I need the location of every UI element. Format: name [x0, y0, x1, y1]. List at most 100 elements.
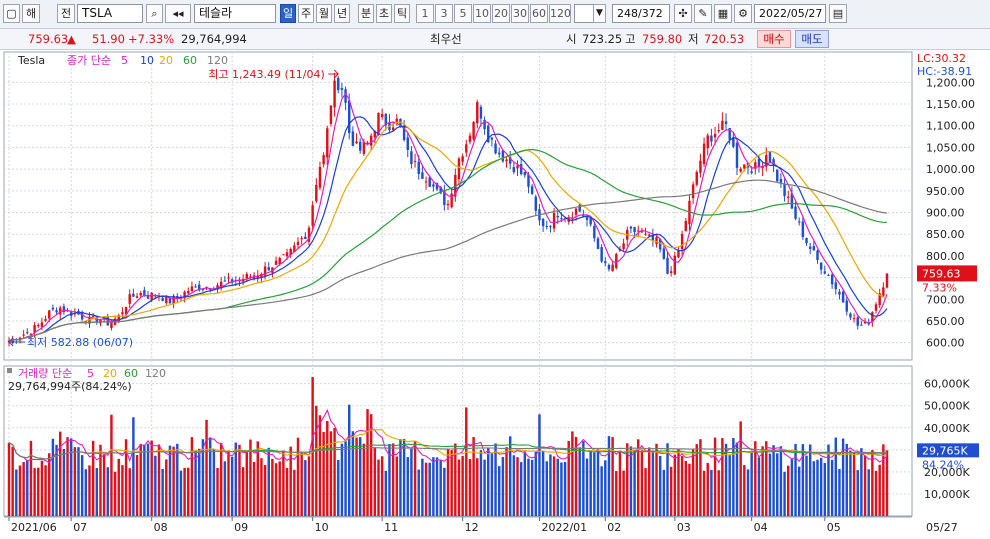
- volume-bar: [673, 454, 677, 516]
- volume-bar: [33, 468, 36, 516]
- volume-bar: [132, 417, 135, 516]
- volume-bar: [494, 443, 497, 516]
- candle-body: [161, 298, 164, 301]
- candle-body: [245, 273, 249, 279]
- volume-bar: [563, 461, 567, 516]
- candle-body: [838, 291, 841, 295]
- x-tick-label: 10: [315, 521, 329, 534]
- candle-body: [600, 247, 603, 262]
- candle-body: [593, 225, 596, 239]
- volume-bar: [684, 460, 688, 516]
- candle-body: [607, 264, 611, 270]
- volume-bar: [571, 431, 574, 516]
- volume-bar: [819, 457, 823, 516]
- candle-body: [380, 113, 384, 117]
- volume-bar: [655, 443, 658, 516]
- price-legend-ma-5: 5: [121, 54, 128, 67]
- candle-body: [223, 280, 227, 282]
- volume-bar: [505, 447, 508, 516]
- volume-bar: [183, 467, 186, 516]
- volume-bar: [377, 459, 380, 516]
- volume-bar: [560, 462, 563, 516]
- volume-bar: [333, 428, 336, 516]
- volume-bar: [644, 468, 647, 516]
- volume-bar: [40, 460, 44, 516]
- volume-bar: [168, 445, 172, 516]
- candle-body: [450, 193, 453, 208]
- volume-bar: [472, 437, 475, 516]
- volume-bar: [589, 450, 592, 516]
- candle-body: [644, 233, 647, 235]
- candle-body: [194, 286, 197, 288]
- price-tick-label: 950.00: [926, 185, 965, 198]
- stock-chart[interactable]: 600.00650.00700.00750.00800.00850.00900.…: [0, 0, 990, 539]
- volume-bar: [538, 414, 541, 516]
- volume-bar: [732, 438, 735, 516]
- candle-body: [655, 237, 658, 244]
- volume-bar: [465, 407, 468, 516]
- volume-bar: [585, 458, 589, 516]
- volume-legend-ma-5: 5: [87, 367, 94, 380]
- volume-bar: [768, 453, 772, 516]
- volume-bar: [468, 459, 472, 516]
- volume-bar: [783, 471, 786, 516]
- candle-body: [721, 120, 724, 130]
- volume-bar: [198, 448, 201, 516]
- volume-bar: [285, 467, 289, 516]
- volume-bar: [424, 462, 428, 516]
- volume-bar: [117, 458, 120, 516]
- candle-body: [410, 151, 413, 165]
- volume-bar: [651, 450, 655, 516]
- volume-bar: [490, 453, 494, 516]
- price-tick-label: 800.00: [926, 250, 965, 263]
- candle-body: [304, 236, 307, 240]
- volume-bar: [702, 470, 706, 516]
- volume-bar: [622, 470, 625, 516]
- candle-body: [333, 80, 336, 108]
- volume-bar: [706, 462, 709, 516]
- volume-bar: [212, 448, 216, 516]
- candle-body: [816, 250, 819, 260]
- candle-body: [337, 77, 340, 91]
- volume-bar: [479, 450, 483, 516]
- volume-bar: [794, 443, 797, 516]
- candle-body: [168, 298, 172, 304]
- volume-bar: [779, 446, 783, 516]
- volume-bar: [512, 455, 516, 516]
- volume-text: 29,764,994주(84.24%): [8, 380, 132, 393]
- candle-body: [541, 218, 545, 227]
- candle-body: [351, 131, 355, 146]
- candle-body: [724, 121, 728, 125]
- volume-bar: [596, 449, 600, 516]
- volume-bar: [604, 460, 607, 516]
- price-tick-label: 1,200.00: [926, 76, 975, 89]
- candle-body: [139, 292, 142, 296]
- volume-bar: [417, 469, 420, 516]
- volume-bar: [761, 446, 764, 516]
- volume-bar: [688, 463, 691, 516]
- volume-bar: [84, 469, 88, 516]
- candle-body: [311, 205, 314, 226]
- candle-body: [629, 226, 633, 229]
- candle-body: [413, 160, 417, 162]
- volume-bar: [271, 458, 274, 516]
- volume-bar: [772, 445, 775, 516]
- x-tick-label: 03: [677, 521, 691, 534]
- x-tick-label-last: 05/27: [926, 521, 958, 534]
- price-tick-label: 1,050.00: [926, 141, 975, 154]
- volume-bar: [304, 460, 307, 516]
- candle-body: [497, 152, 501, 155]
- volume-bar: [439, 460, 442, 516]
- candle-body: [545, 226, 548, 228]
- volume-bar: [443, 467, 446, 516]
- volume-bar: [691, 449, 695, 516]
- candle-body: [512, 167, 516, 173]
- candle-body: [190, 286, 194, 292]
- volume-bar: [362, 443, 366, 516]
- volume-bar: [530, 459, 534, 516]
- volume-bar: [351, 431, 355, 516]
- candle-body: [468, 135, 472, 142]
- candle-body: [819, 262, 823, 270]
- candle-body: [22, 334, 25, 336]
- volume-bar: [611, 437, 614, 516]
